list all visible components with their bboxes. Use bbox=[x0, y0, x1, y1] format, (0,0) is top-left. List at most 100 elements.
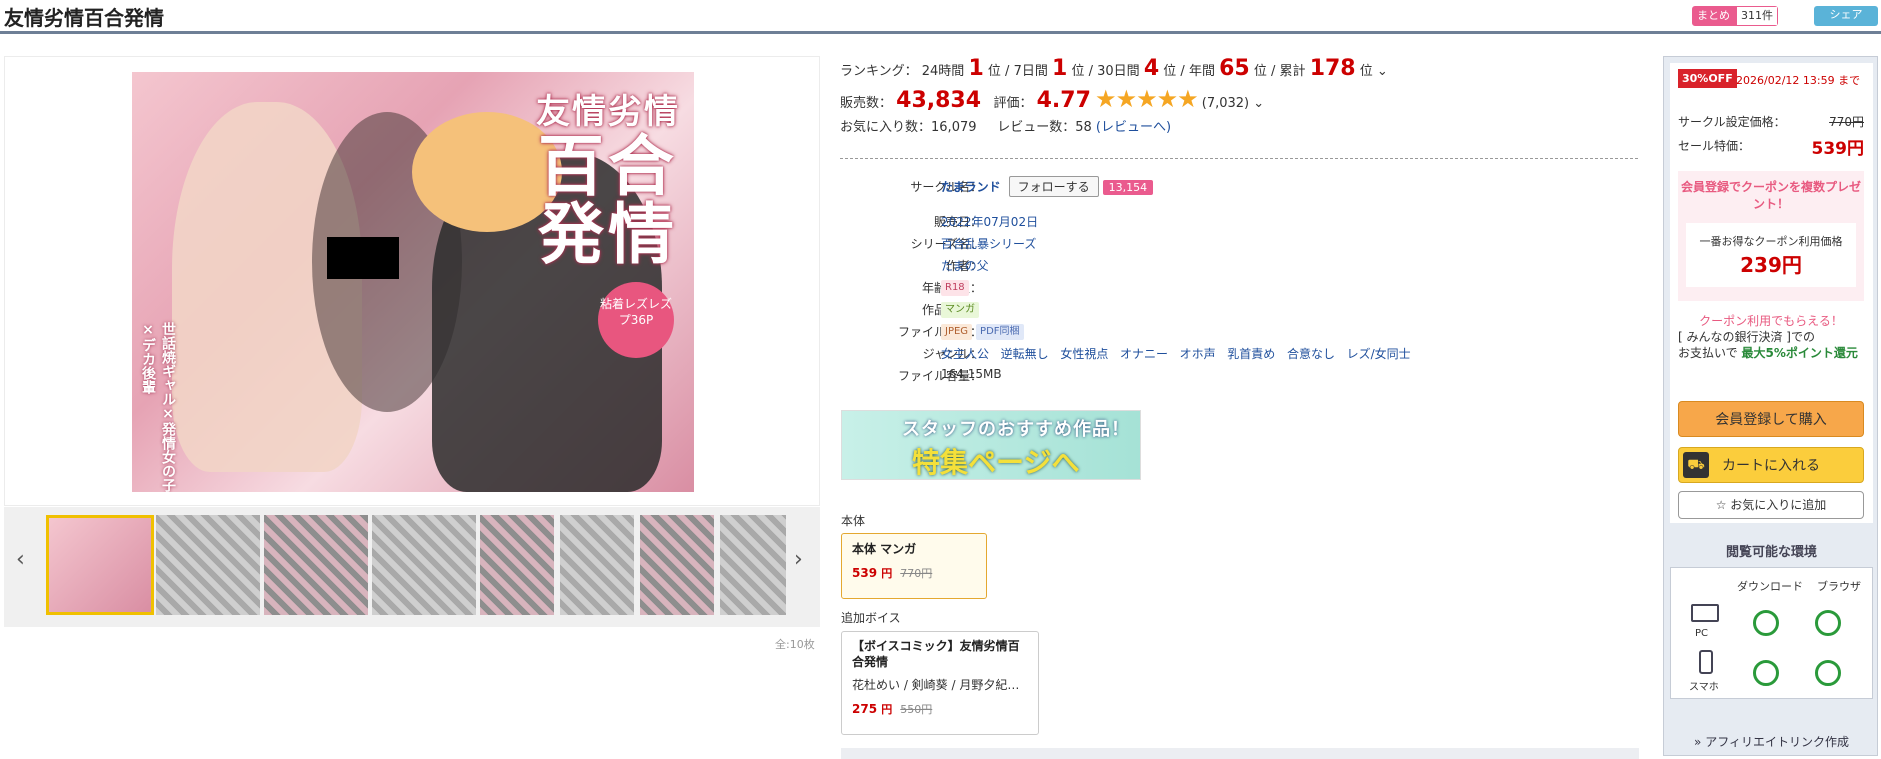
genre-link[interactable]: オナニー bbox=[1120, 347, 1168, 361]
favorite-row: お気に入り数：16,079 レビュー数：58 (レビューへ) bbox=[840, 116, 1640, 140]
env-download-label: ダウンロード bbox=[1737, 580, 1803, 593]
rating-count: (7,032) bbox=[1201, 96, 1250, 111]
available-icon bbox=[1753, 660, 1779, 686]
sales-label: 販売数： bbox=[840, 96, 893, 111]
divider bbox=[840, 158, 1638, 159]
thumbnail[interactable] bbox=[560, 515, 634, 615]
best-price: 239円 bbox=[1740, 253, 1802, 277]
favorite-count: 16,079 bbox=[931, 120, 977, 135]
genre-link[interactable]: 女主人公 bbox=[941, 347, 989, 361]
voice-edition-card[interactable]: 【ボイスコミック】友情劣情百合発情 花杜めい / 剣崎葵 / 月野夕紀… 275… bbox=[841, 631, 1039, 735]
set-price: 770円 bbox=[1829, 115, 1864, 129]
rank-7d: 1 bbox=[1052, 56, 1068, 81]
rank-unit: 位 bbox=[1071, 64, 1085, 79]
author-link[interactable]: たまの父 bbox=[941, 257, 989, 274]
env-browser-label: ブラウザ bbox=[1817, 580, 1861, 593]
circle-link[interactable]: たまランド bbox=[941, 180, 1001, 194]
voice-label: 追加ボイス bbox=[841, 611, 901, 625]
thumbnail[interactable] bbox=[480, 515, 554, 615]
genre-link[interactable]: 女性視点 bbox=[1060, 347, 1108, 361]
matome-button[interactable]: まとめ 311件 bbox=[1692, 6, 1778, 26]
genre-link[interactable]: 逆転無し bbox=[1001, 347, 1049, 361]
promo-text: 会員登録でクーポンを複数プレゼント！ bbox=[1680, 180, 1861, 211]
series-link[interactable]: 百合乱暴シリーズ bbox=[941, 235, 1036, 252]
rank-unit: 位 bbox=[1359, 64, 1373, 79]
genre-link[interactable]: オホ声 bbox=[1180, 347, 1216, 361]
thumbnail[interactable] bbox=[720, 515, 786, 615]
cart-button[interactable]: ⛟ カートに入れる bbox=[1678, 447, 1864, 483]
genre-link[interactable]: 乳首責め bbox=[1227, 347, 1275, 361]
coupon-promo[interactable]: 会員登録でクーポンを複数プレゼント！ 一番お得なクーポン利用価格 239円 bbox=[1678, 171, 1864, 301]
rating-value: 4.77 bbox=[1036, 88, 1091, 113]
review-link[interactable]: (レビューへ) bbox=[1096, 120, 1171, 135]
rank-unit: 位 bbox=[987, 64, 1001, 79]
format-badge[interactable]: マンガ bbox=[941, 302, 979, 318]
sale-end-date: 2026/02/12 13:59 まで bbox=[1736, 74, 1861, 87]
age-badge[interactable]: R18 bbox=[941, 280, 969, 296]
thumbnail[interactable] bbox=[156, 515, 260, 615]
cover-title-big2: 発情 bbox=[538, 196, 678, 273]
thumbnail[interactable] bbox=[640, 515, 714, 615]
follow-button[interactable]: フォローする bbox=[1008, 176, 1099, 197]
release-date[interactable]: 2022年07月02日 bbox=[941, 213, 1038, 230]
rank-unit: 位 bbox=[1163, 64, 1177, 79]
pc-icon bbox=[1691, 604, 1719, 622]
env-title: 閲覧可能な環境 bbox=[1725, 545, 1817, 560]
voice-edition-name: 【ボイスコミック】友情劣情百合発情 bbox=[852, 639, 1020, 669]
discount-badge: 30%OFF bbox=[1678, 69, 1737, 88]
rank-7d-label: 7日間 bbox=[1013, 64, 1048, 79]
voice-price: 275 bbox=[852, 702, 878, 716]
file-badge-jpeg[interactable]: JPEG bbox=[941, 324, 973, 340]
share-button[interactable]: シェア bbox=[1814, 6, 1878, 26]
coupon-line1: クーポン利用でもらえる！ bbox=[1699, 314, 1843, 328]
rank-unit: 位 bbox=[1253, 64, 1267, 79]
price-box: 30%OFF 2026/02/12 13:59 まで サークル設定価格： 770円… bbox=[1670, 63, 1873, 523]
thumbnail[interactable] bbox=[46, 515, 154, 615]
follow-count: 13,154 bbox=[1102, 180, 1154, 195]
sale-price: 539円 bbox=[1811, 139, 1865, 159]
prev-arrow-icon[interactable]: ‹ bbox=[16, 547, 25, 572]
main-edition-price: 539 bbox=[852, 566, 878, 580]
file-badge-pdf[interactable]: PDF同梱 bbox=[976, 324, 1024, 340]
thumbnail-strip: ‹ › bbox=[4, 507, 820, 627]
cart-icon: ⛟ bbox=[1683, 452, 1709, 478]
rank-24h-label: 24時間 bbox=[921, 64, 965, 79]
cover-image[interactable]: 友情劣情 百合 発情 粘着レズレズプ36P 世話焼ギャル×発情女の子×デカ後輩 bbox=[132, 72, 694, 492]
censor-bar bbox=[327, 237, 399, 279]
feature-banner[interactable]: スタッフのおすすめ作品！ 特集ページへ bbox=[841, 410, 1141, 480]
next-arrow-icon[interactable]: › bbox=[794, 547, 803, 572]
purchase-sidebar: 30%OFF 2026/02/12 13:59 まで サークル設定価格： 770円… bbox=[1663, 56, 1878, 756]
thumbnail[interactable] bbox=[372, 515, 476, 615]
cover-title: 友情劣情 百合 発情 bbox=[536, 84, 680, 269]
chevron-down-icon[interactable]: ⌄ bbox=[1377, 64, 1388, 79]
genre-link[interactable]: 合意なし bbox=[1287, 347, 1335, 361]
best-price-label: 一番お得なクーポン利用価格 bbox=[1699, 235, 1843, 248]
favorite-button[interactable]: ☆ お気に入りに追加 bbox=[1678, 491, 1864, 519]
main-edition-label: 本体 bbox=[841, 514, 866, 528]
smartphone-icon bbox=[1699, 650, 1713, 674]
env-sp-label: スマホ bbox=[1689, 682, 1719, 693]
sales-count: 43,834 bbox=[896, 88, 982, 113]
chevron-down-icon[interactable]: ⌄ bbox=[1253, 96, 1264, 111]
affiliate-link[interactable]: » アフィリエイトリンク作成 bbox=[1664, 733, 1879, 750]
genre-link[interactable]: レズ/女同士 bbox=[1347, 347, 1411, 361]
thumbnail[interactable] bbox=[264, 515, 368, 615]
product-info: ランキング： 24時間 1 位 / 7日間 1 位 / 30日間 4 位 / 年… bbox=[840, 56, 1640, 140]
review-label: レビュー数： bbox=[997, 120, 1076, 135]
rank-year: 65 bbox=[1219, 56, 1250, 81]
image-count: 全:10枚 bbox=[775, 638, 815, 651]
star-rating-icon: ★★★★★ bbox=[1095, 85, 1199, 113]
main-edition-old-price: 770円 bbox=[900, 567, 933, 580]
coupon-line3: お支払いで bbox=[1678, 346, 1738, 360]
page-header: 友情劣情百合発情 まとめ 311件 シェア bbox=[0, 0, 1881, 34]
ranking-label: ランキング： bbox=[840, 64, 918, 79]
rank-30d-label: 30日間 bbox=[1097, 64, 1140, 79]
coupon-line4: 最大5%ポイント還元 bbox=[1741, 346, 1858, 360]
buy-button[interactable]: 会員登録して購入 bbox=[1678, 401, 1864, 437]
yen-unit: 円 bbox=[881, 567, 893, 580]
favorite-label: お気に入り数： bbox=[840, 120, 932, 135]
yen-unit: 円 bbox=[881, 703, 893, 716]
cover-vertical-text: 世話焼ギャル×発情女の子×デカ後輩 bbox=[140, 322, 176, 492]
main-edition-card[interactable]: 本体 マンガ 539 円 770円 bbox=[841, 533, 987, 599]
main-edition-name: 本体 マンガ bbox=[852, 542, 917, 556]
